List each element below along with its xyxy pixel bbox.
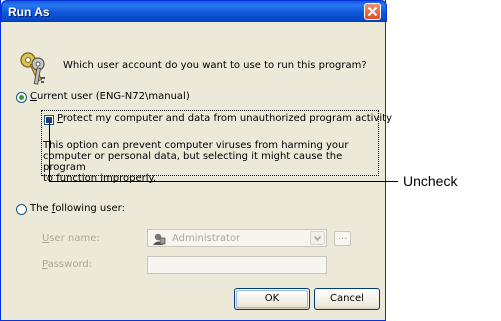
user-name-label: User name: — [42, 233, 100, 244]
user-name-label-text: ser name: — [49, 233, 100, 244]
close-icon — [367, 6, 378, 17]
close-button[interactable] — [364, 3, 381, 20]
protect-description: This option can prevent computer viruses… — [43, 140, 379, 184]
protect-description-line: to function improperly. — [43, 173, 157, 184]
run-as-dialog: Run As Which user account do you want to… — [0, 0, 392, 321]
annotation-line — [49, 181, 398, 182]
protect-description-line: computer or personal data, but selecting… — [43, 151, 343, 173]
ok-button-label: OK — [264, 293, 280, 304]
following-user-label-pre: The — [30, 203, 52, 214]
current-user-label[interactable]: Current user (ENG-N72\manual) — [30, 91, 190, 102]
current-user-radio[interactable] — [16, 92, 27, 103]
following-user-label[interactable]: The following user: — [30, 203, 125, 214]
current-user-label-text: urrent user (ENG-N72\manual) — [36, 91, 190, 102]
following-user-label-text: ollowing user: — [55, 203, 125, 214]
title-bar[interactable]: Run As — [1, 0, 387, 22]
annotation-line — [49, 123, 50, 181]
user-name-combobox[interactable]: Administrator — [147, 229, 327, 247]
user-icon — [153, 233, 166, 245]
cancel-button[interactable]: Cancel — [314, 288, 380, 310]
protect-description-line: This option can prevent computer viruses… — [43, 140, 349, 151]
password-label: Password: — [42, 259, 92, 270]
run-as-question: Which user account do you want to use to… — [63, 60, 367, 71]
chevron-down-icon — [314, 236, 321, 241]
protect-label-text: rotect my computer and data from unautho… — [62, 113, 392, 124]
keys-icon — [20, 52, 45, 85]
password-label-text: assword: — [47, 259, 93, 270]
protect-label[interactable]: Protect my computer and data from unauth… — [57, 113, 392, 124]
password-field[interactable] — [147, 256, 327, 274]
ok-button[interactable]: OK — [234, 288, 310, 310]
user-name-value: Administrator — [172, 233, 241, 244]
current-user-accel: C — [30, 91, 37, 102]
user-name-dropdown-button[interactable] — [310, 231, 325, 245]
annotation-uncheck: Uncheck — [403, 173, 458, 189]
following-user-radio[interactable] — [16, 204, 27, 215]
window-title: Run As — [8, 5, 50, 19]
browse-users-button[interactable]: ... — [334, 231, 351, 246]
